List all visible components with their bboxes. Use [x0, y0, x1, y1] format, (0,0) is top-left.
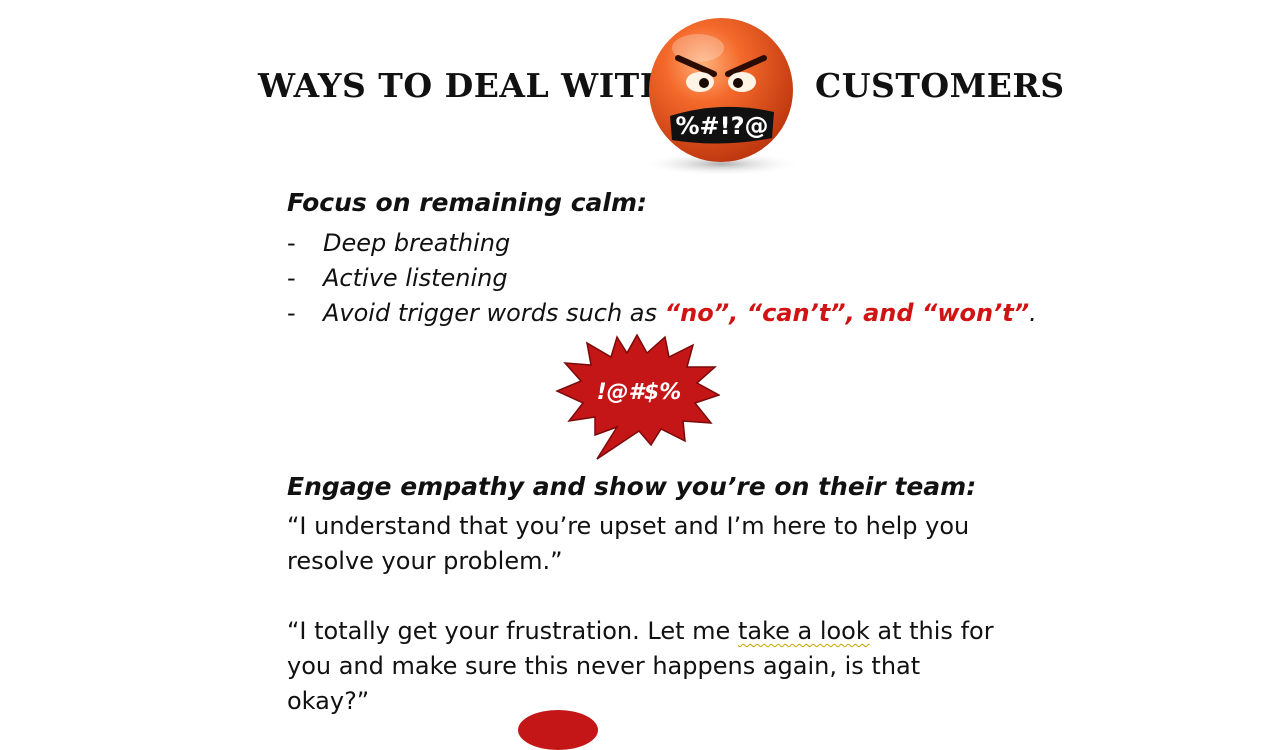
list-item-text: Avoid trigger words such as “no”, “can’t…: [323, 296, 1037, 331]
calm-tips-list: - Deep breathing - Active listening - Av…: [287, 226, 1037, 331]
bullet-dash: -: [287, 264, 296, 292]
list-item: - Avoid trigger words such as “no”, “can…: [287, 296, 1037, 331]
section1-heading: Focus on remaining calm:: [287, 188, 648, 217]
bullet-dash: -: [287, 299, 296, 327]
trigger-words-prefix: Avoid trigger words such as: [323, 299, 665, 327]
empathy-quote-1: “I understand that you’re upset and I’m …: [287, 512, 970, 575]
angry-face-icon: %#!?@: [641, 18, 801, 176]
bullet-dash: -: [287, 229, 296, 257]
empathy-quote-2: “I totally get your frustration. Let me …: [287, 614, 1007, 719]
list-item: - Deep breathing: [287, 226, 1037, 261]
trigger-words-suffix: .: [1029, 299, 1037, 327]
spellcheck-underlined-text: take a look: [737, 617, 870, 645]
burst-text: !@#$%: [597, 380, 682, 405]
section2-heading: Engage empathy and show you’re on their …: [287, 472, 977, 501]
list-item-text: Deep breathing: [323, 229, 511, 257]
red-shape-partial: [518, 710, 598, 750]
list-item-text: Active listening: [323, 264, 508, 292]
list-item: - Active listening: [287, 261, 1037, 296]
speech-burst-icon: !@#$%: [555, 333, 720, 460]
trigger-words: “no”, “can’t”, and “won’t”: [664, 299, 1030, 327]
quote-2-text-a: “I totally get your frustration. Let me: [287, 617, 738, 645]
title-right: CUSTOMERS: [815, 66, 1065, 105]
title-left: WAYS TO DEAL WITH: [258, 66, 672, 105]
emoji-mouth-text: %#!?@: [675, 112, 768, 140]
